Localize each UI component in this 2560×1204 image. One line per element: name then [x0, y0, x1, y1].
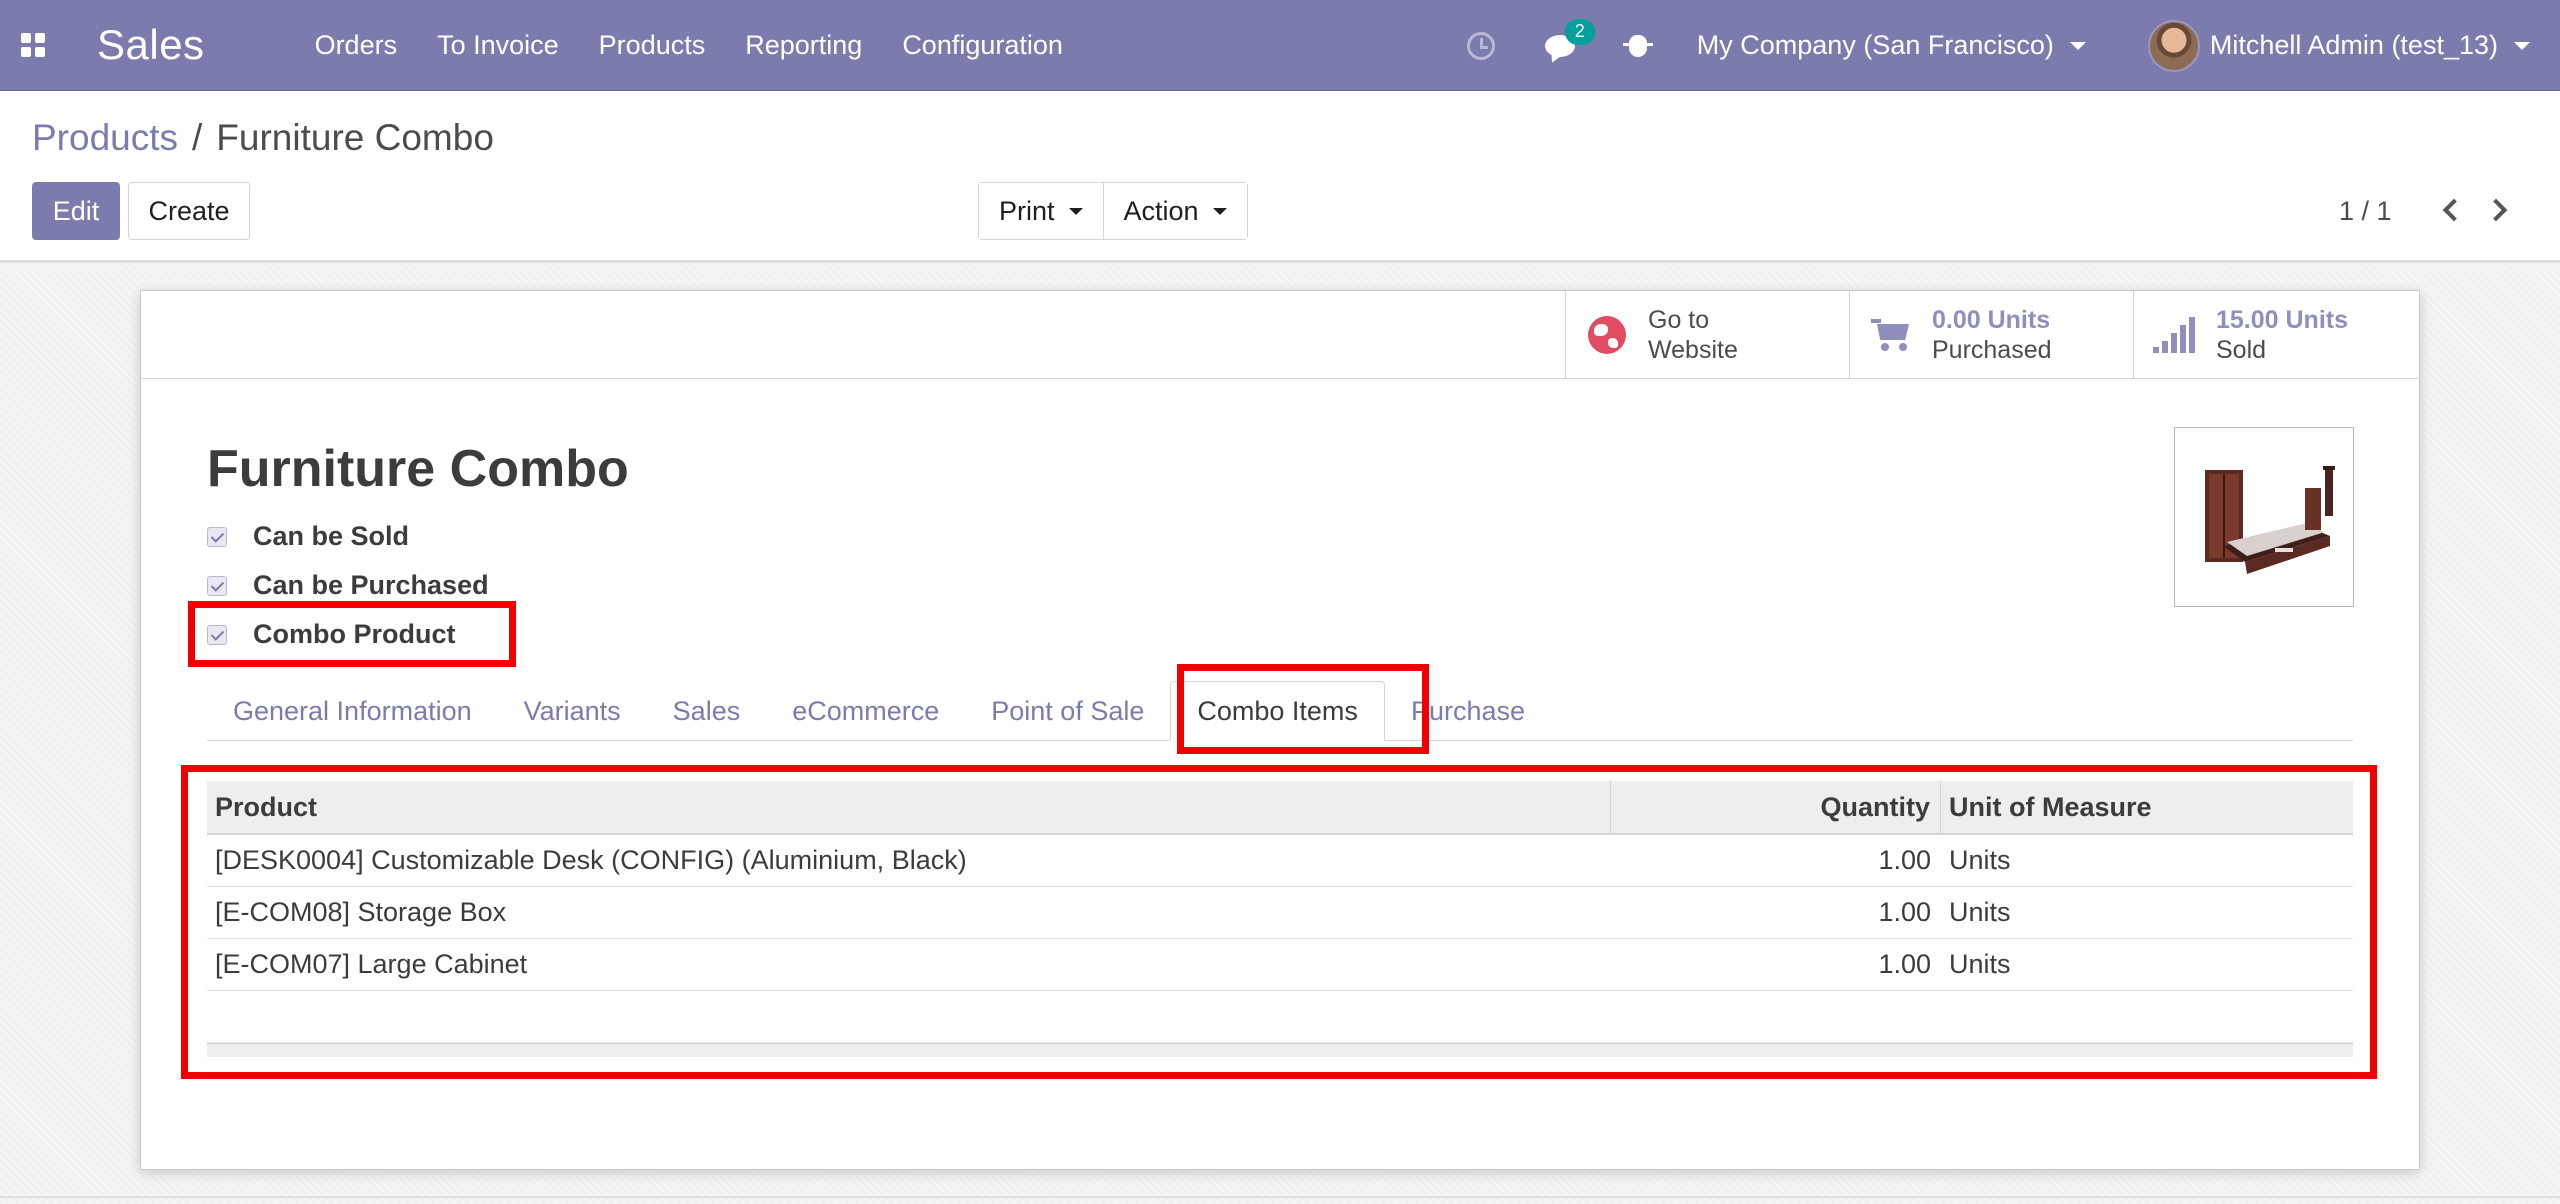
can-be-purchased-checkbox[interactable]	[207, 575, 227, 596]
sold-value: 15.00 Units	[2216, 306, 2349, 334]
breadcrumb-current: Furniture Combo	[216, 117, 494, 158]
smart-button-box: Go to Website 0.00 Units Purchased 15.00…	[141, 291, 2419, 379]
furniture-image-icon	[2205, 466, 2335, 574]
action-label: Action	[1123, 195, 1199, 226]
tab-ecommerce[interactable]: eCommerce	[766, 681, 965, 741]
tab-sales[interactable]: Sales	[647, 681, 767, 741]
control-panel: Products / Furniture Combo Edit Create Pri…	[0, 91, 2560, 263]
can-be-sold-label: Can be Sold	[253, 521, 410, 551]
menu-item-configuration[interactable]: Configuration	[902, 30, 1063, 61]
print-dropdown-button[interactable]: Print	[979, 183, 1103, 239]
bar-chart-icon	[2153, 317, 2197, 353]
top-navbar: Sales Orders To Invoice Products Reporti…	[0, 0, 2560, 91]
company-switcher[interactable]: My Company (San Francisco)	[1697, 30, 2086, 61]
messages-count-badge: 2	[1564, 18, 1595, 45]
main-menu: Orders To Invoice Products Reporting Con…	[315, 30, 1103, 61]
form-sheet: Go to Website 0.00 Units Purchased 15.00…	[140, 290, 2420, 1170]
tab-point-of-sale[interactable]: Point of Sale	[965, 681, 1170, 741]
edit-button[interactable]: Edit	[32, 182, 120, 240]
chevron-left-icon[interactable]	[2442, 198, 2466, 222]
website-line1: Go to	[1648, 306, 1710, 334]
create-button[interactable]: Create	[128, 182, 250, 240]
highlight-combo-product	[188, 601, 516, 667]
user-menu[interactable]: Mitchell Admin (test_13)	[2147, 19, 2530, 72]
print-label: Print	[999, 195, 1055, 226]
apps-grid-icon[interactable]	[21, 33, 45, 57]
can-be-purchased-label: Can be Purchased	[253, 570, 489, 600]
go-to-website-button[interactable]: Go to Website	[1565, 291, 1849, 379]
sold-stat-button[interactable]: 15.00 Units Sold	[2133, 291, 2419, 379]
website-line2: Website	[1648, 336, 1738, 364]
product-name: Furniture Combo	[207, 440, 629, 498]
app-brand[interactable]: Sales	[97, 21, 205, 69]
navbar-systray: 2 My Company (San Francisco) Mitchell Ad…	[1466, 0, 2560, 91]
breadcrumb: Products / Furniture Combo	[32, 117, 494, 159]
company-name: My Company (San Francisco)	[1696, 30, 2054, 60]
sold-label: Sold	[2216, 336, 2267, 364]
menu-item-to-invoice[interactable]: To Invoice	[437, 30, 559, 61]
purchased-stat-button[interactable]: 0.00 Units Purchased	[1849, 291, 2133, 379]
menu-item-orders[interactable]: Orders	[315, 30, 398, 61]
caret-down-icon	[1068, 207, 1083, 215]
shopping-cart-icon	[1871, 319, 1911, 351]
pager-value[interactable]: 1 / 1	[2339, 196, 2392, 227]
purchased-value: 0.00 Units	[1932, 306, 2051, 334]
can-be-sold-field: Can be Sold	[207, 521, 409, 552]
actions-button-group: Print Action	[978, 182, 1248, 240]
caret-down-icon	[2069, 41, 2086, 50]
breadcrumb-products-link[interactable]: Products	[32, 117, 178, 158]
menu-item-products[interactable]: Products	[599, 30, 706, 61]
action-dropdown-button[interactable]: Action	[1102, 183, 1247, 239]
highlight-combo-table	[181, 765, 2377, 1079]
caret-down-icon	[2514, 41, 2530, 50]
can-be-purchased-field: Can be Purchased	[207, 570, 489, 601]
bug-icon[interactable]	[1622, 34, 1653, 57]
tab-general-information[interactable]: General Information	[207, 681, 498, 741]
messages-menu[interactable]: 2	[1544, 18, 1595, 57]
bottom-divider	[0, 1196, 2560, 1198]
caret-down-icon	[1212, 207, 1227, 215]
tab-variants[interactable]: Variants	[498, 681, 647, 741]
clock-icon[interactable]	[1466, 31, 1495, 60]
chevron-right-icon[interactable]	[2484, 198, 2508, 222]
can-be-sold-checkbox[interactable]	[207, 526, 227, 547]
menu-item-reporting[interactable]: Reporting	[745, 30, 862, 61]
product-image[interactable]	[2174, 427, 2354, 607]
user-name: Mitchell Admin (test_13)	[2209, 30, 2498, 60]
highlight-combo-items-tab	[1177, 664, 1429, 754]
avatar	[2147, 19, 2200, 72]
globe-icon	[1588, 316, 1626, 354]
breadcrumb-separator: /	[192, 117, 203, 158]
purchased-label: Purchased	[1932, 336, 2052, 364]
